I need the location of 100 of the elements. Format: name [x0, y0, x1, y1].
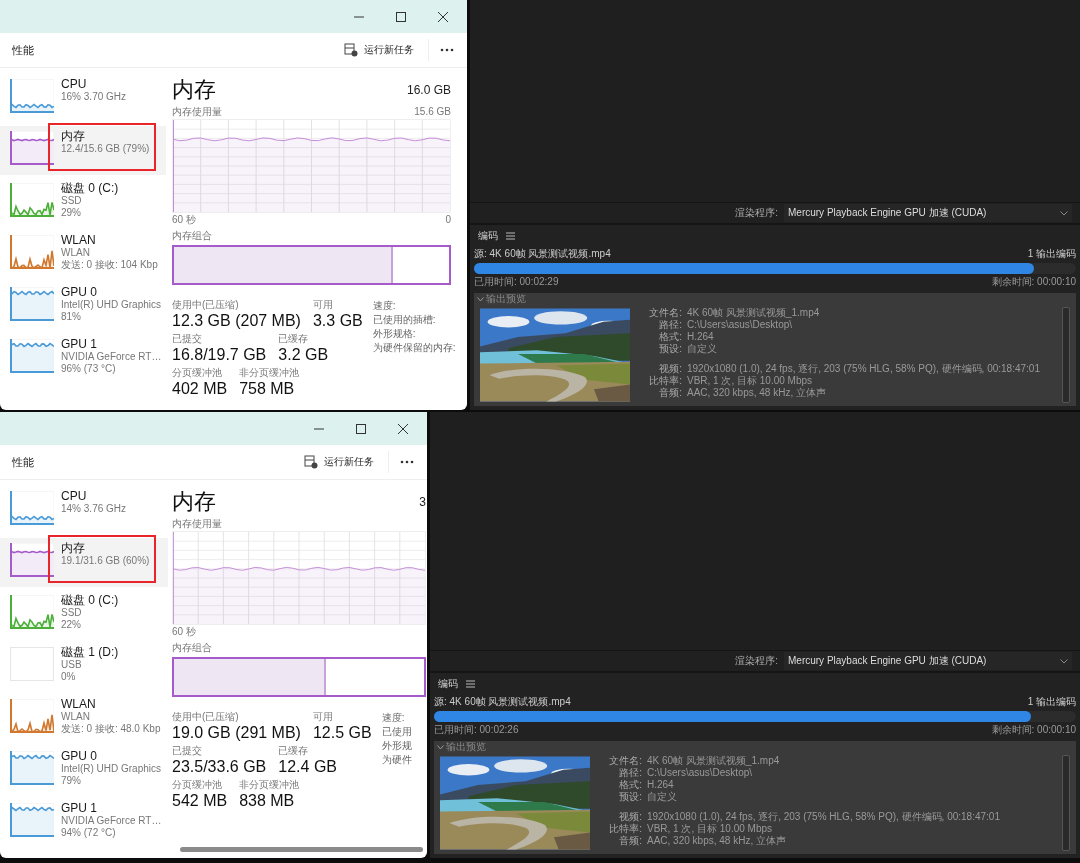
stat-label: 可用	[312, 299, 334, 311]
sidebar-item[interactable]: 磁盘 0 (C:) SSD 29%	[0, 178, 166, 227]
sidebar-item[interactable]: 内存 19.1/31.6 GB (60%)	[0, 538, 168, 587]
run-task-icon	[344, 43, 358, 57]
stat-label: 已提交	[172, 745, 203, 757]
sidebar-item[interactable]: GPU 1 NVIDIA GeForce RT… 94% (72 °C)	[0, 798, 168, 847]
item-title: GPU 1	[61, 801, 98, 815]
stat-value: 12.4 GB	[278, 757, 337, 777]
info-value: 1920x1080 (1.0), 24 fps, 逐行, 203 (75% HLG, 58% PQ), 硬件编码, 00:18:47:01	[647, 811, 1000, 823]
item-title: GPU 1	[61, 337, 98, 351]
info-value: H.264	[647, 779, 674, 791]
info-label: 预设:	[658, 343, 682, 355]
stat-value: 3.3 GB	[312, 311, 363, 331]
output-count: 1 输出编码	[1027, 695, 1076, 709]
item-detail: 发送: 0 接收: 48.0 Kbp	[61, 723, 161, 735]
item-title: WLAN	[61, 697, 97, 711]
property-label: 外形规格:	[372, 327, 417, 340]
section-title: 内存	[172, 76, 216, 104]
item-detail: WLAN	[61, 711, 91, 723]
stat-label: 已缓存	[278, 333, 310, 345]
stat-label: 使用中(已压缩)	[172, 711, 240, 723]
sidebar-item[interactable]: WLAN WLAN 发送: 0 接收: 48.0 Kbp	[0, 694, 168, 743]
stat-value: 402 MB	[172, 379, 228, 399]
info-value: C:\Users\asus\Desktop\	[687, 319, 793, 331]
renderer-dropdown[interactable]: Mercury Playback Engine GPU 加速 (CUDA)	[784, 204, 1072, 222]
stat-label: 使用中(已压缩)	[172, 299, 240, 311]
stat-value: 758 MB	[239, 379, 296, 399]
chevron-icon	[477, 296, 484, 302]
item-title: 内存	[61, 541, 86, 555]
info-value: VBR, 1 次, 目标 10.00 Mbps	[647, 823, 773, 835]
info-label: 视频:	[658, 363, 682, 375]
sidebar-item[interactable]: 内存 12.4/15.6 GB (79%)	[0, 126, 166, 175]
run-task-button[interactable]: 运行新任务	[340, 40, 418, 60]
menu-icon[interactable]	[466, 679, 475, 688]
stat-value: 19.0 GB (291 MB)	[172, 723, 301, 743]
item-detail: 14% 3.76 GHz	[61, 503, 127, 515]
renderer-label: 渲染程序:	[735, 206, 778, 220]
chevron-icon	[1060, 658, 1068, 664]
total-memory: 16.0 GB	[406, 83, 451, 97]
close-icon[interactable]	[397, 422, 409, 435]
item-detail: USB	[61, 659, 83, 671]
item-detail: SSD	[61, 607, 83, 619]
stat-label: 非分页缓冲池	[239, 367, 300, 379]
chevron-icon	[1060, 210, 1068, 216]
info-value: AAC, 320 kbps, 48 kHz, 立体声	[687, 387, 826, 399]
stat-label: 非分页缓冲池	[239, 779, 300, 791]
renderer-label: 渲染程序:	[735, 654, 778, 668]
source-file: 源: 4K 60帧 风景测试视频.mp4	[474, 247, 611, 261]
property-label: 为硬件保留的内存:	[372, 341, 456, 354]
axis-label: 60 秒	[172, 214, 196, 226]
item-detail: 81%	[61, 311, 82, 323]
property-label: 为硬件	[381, 753, 412, 766]
info-label: 视频:	[618, 811, 642, 823]
stat-label: 可用	[312, 711, 334, 723]
elapsed-time: 已用时间: 00:02:26	[434, 723, 519, 737]
info-label: 格式:	[658, 331, 682, 343]
sidebar-item[interactable]: 磁盘 1 (D:) USB 0%	[0, 642, 168, 691]
axis-label: 0	[445, 214, 451, 226]
item-title: 磁盘 0 (C:)	[61, 181, 119, 195]
item-detail: 29%	[61, 207, 82, 219]
sidebar-item[interactable]: CPU 16% 3.70 GHz	[0, 74, 166, 123]
sidebar-item[interactable]: WLAN WLAN 发送: 0 接收: 104 Kbp	[0, 230, 166, 279]
source-file: 源: 4K 60帧 风景测试视频.mp4	[434, 695, 571, 709]
item-detail: 22%	[61, 619, 82, 631]
info-label: 预设:	[618, 791, 642, 803]
maximize-icon[interactable]	[395, 10, 407, 23]
sidebar-item[interactable]: 磁盘 0 (C:) SSD 22%	[0, 590, 168, 639]
item-detail: Intel(R) UHD Graphics	[61, 763, 162, 775]
info-label: 路径:	[618, 767, 642, 779]
run-task-button[interactable]: 运行新任务	[300, 452, 378, 472]
panel-title: 编码	[478, 228, 498, 243]
stat-label: 已提交	[172, 333, 203, 345]
info-label: 文件名:	[608, 755, 642, 767]
item-title: GPU 0	[61, 749, 98, 763]
total-memory: 3	[419, 495, 426, 509]
info-label: 比特率:	[608, 823, 642, 835]
stat-value: 3.2 GB	[278, 345, 329, 365]
remaining-time: 剩余时间: 00:00:10	[991, 723, 1076, 737]
info-label: 文件名:	[648, 307, 682, 319]
info-label: 音频:	[658, 387, 682, 399]
sidebar-item[interactable]: CPU 14% 3.76 GHz	[0, 486, 168, 535]
stat-value: 838 MB	[239, 791, 296, 811]
sidebar-item[interactable]: GPU 0 Intel(R) UHD Graphics 81%	[0, 282, 166, 331]
maximize-icon[interactable]	[355, 422, 367, 435]
page-title: 性能	[12, 454, 35, 470]
close-icon[interactable]	[437, 10, 449, 23]
renderer-dropdown[interactable]: Mercury Playback Engine GPU 加速 (CUDA)	[784, 652, 1072, 670]
stat-label: 已缓存	[278, 745, 310, 757]
chart-label: 内存组合	[172, 641, 213, 655]
usage-sparkline	[10, 647, 54, 681]
stat-value: 23.5/33.6 GB	[172, 757, 267, 777]
property-label: 已使用的插槽:	[372, 313, 437, 326]
chart-max-label: 15.6 GB	[414, 106, 451, 118]
item-title: CPU	[61, 77, 88, 91]
stat-value: 16.8/19.7 GB	[172, 345, 267, 365]
menu-icon[interactable]	[506, 231, 515, 240]
item-title: 内存	[61, 129, 86, 143]
sidebar-item[interactable]: GPU 1 NVIDIA GeForce RT… 96% (73 °C)	[0, 334, 166, 383]
sidebar-item[interactable]: GPU 0 Intel(R) UHD Graphics 79%	[0, 746, 168, 795]
info-value: AAC, 320 kbps, 48 kHz, 立体声	[647, 835, 786, 847]
